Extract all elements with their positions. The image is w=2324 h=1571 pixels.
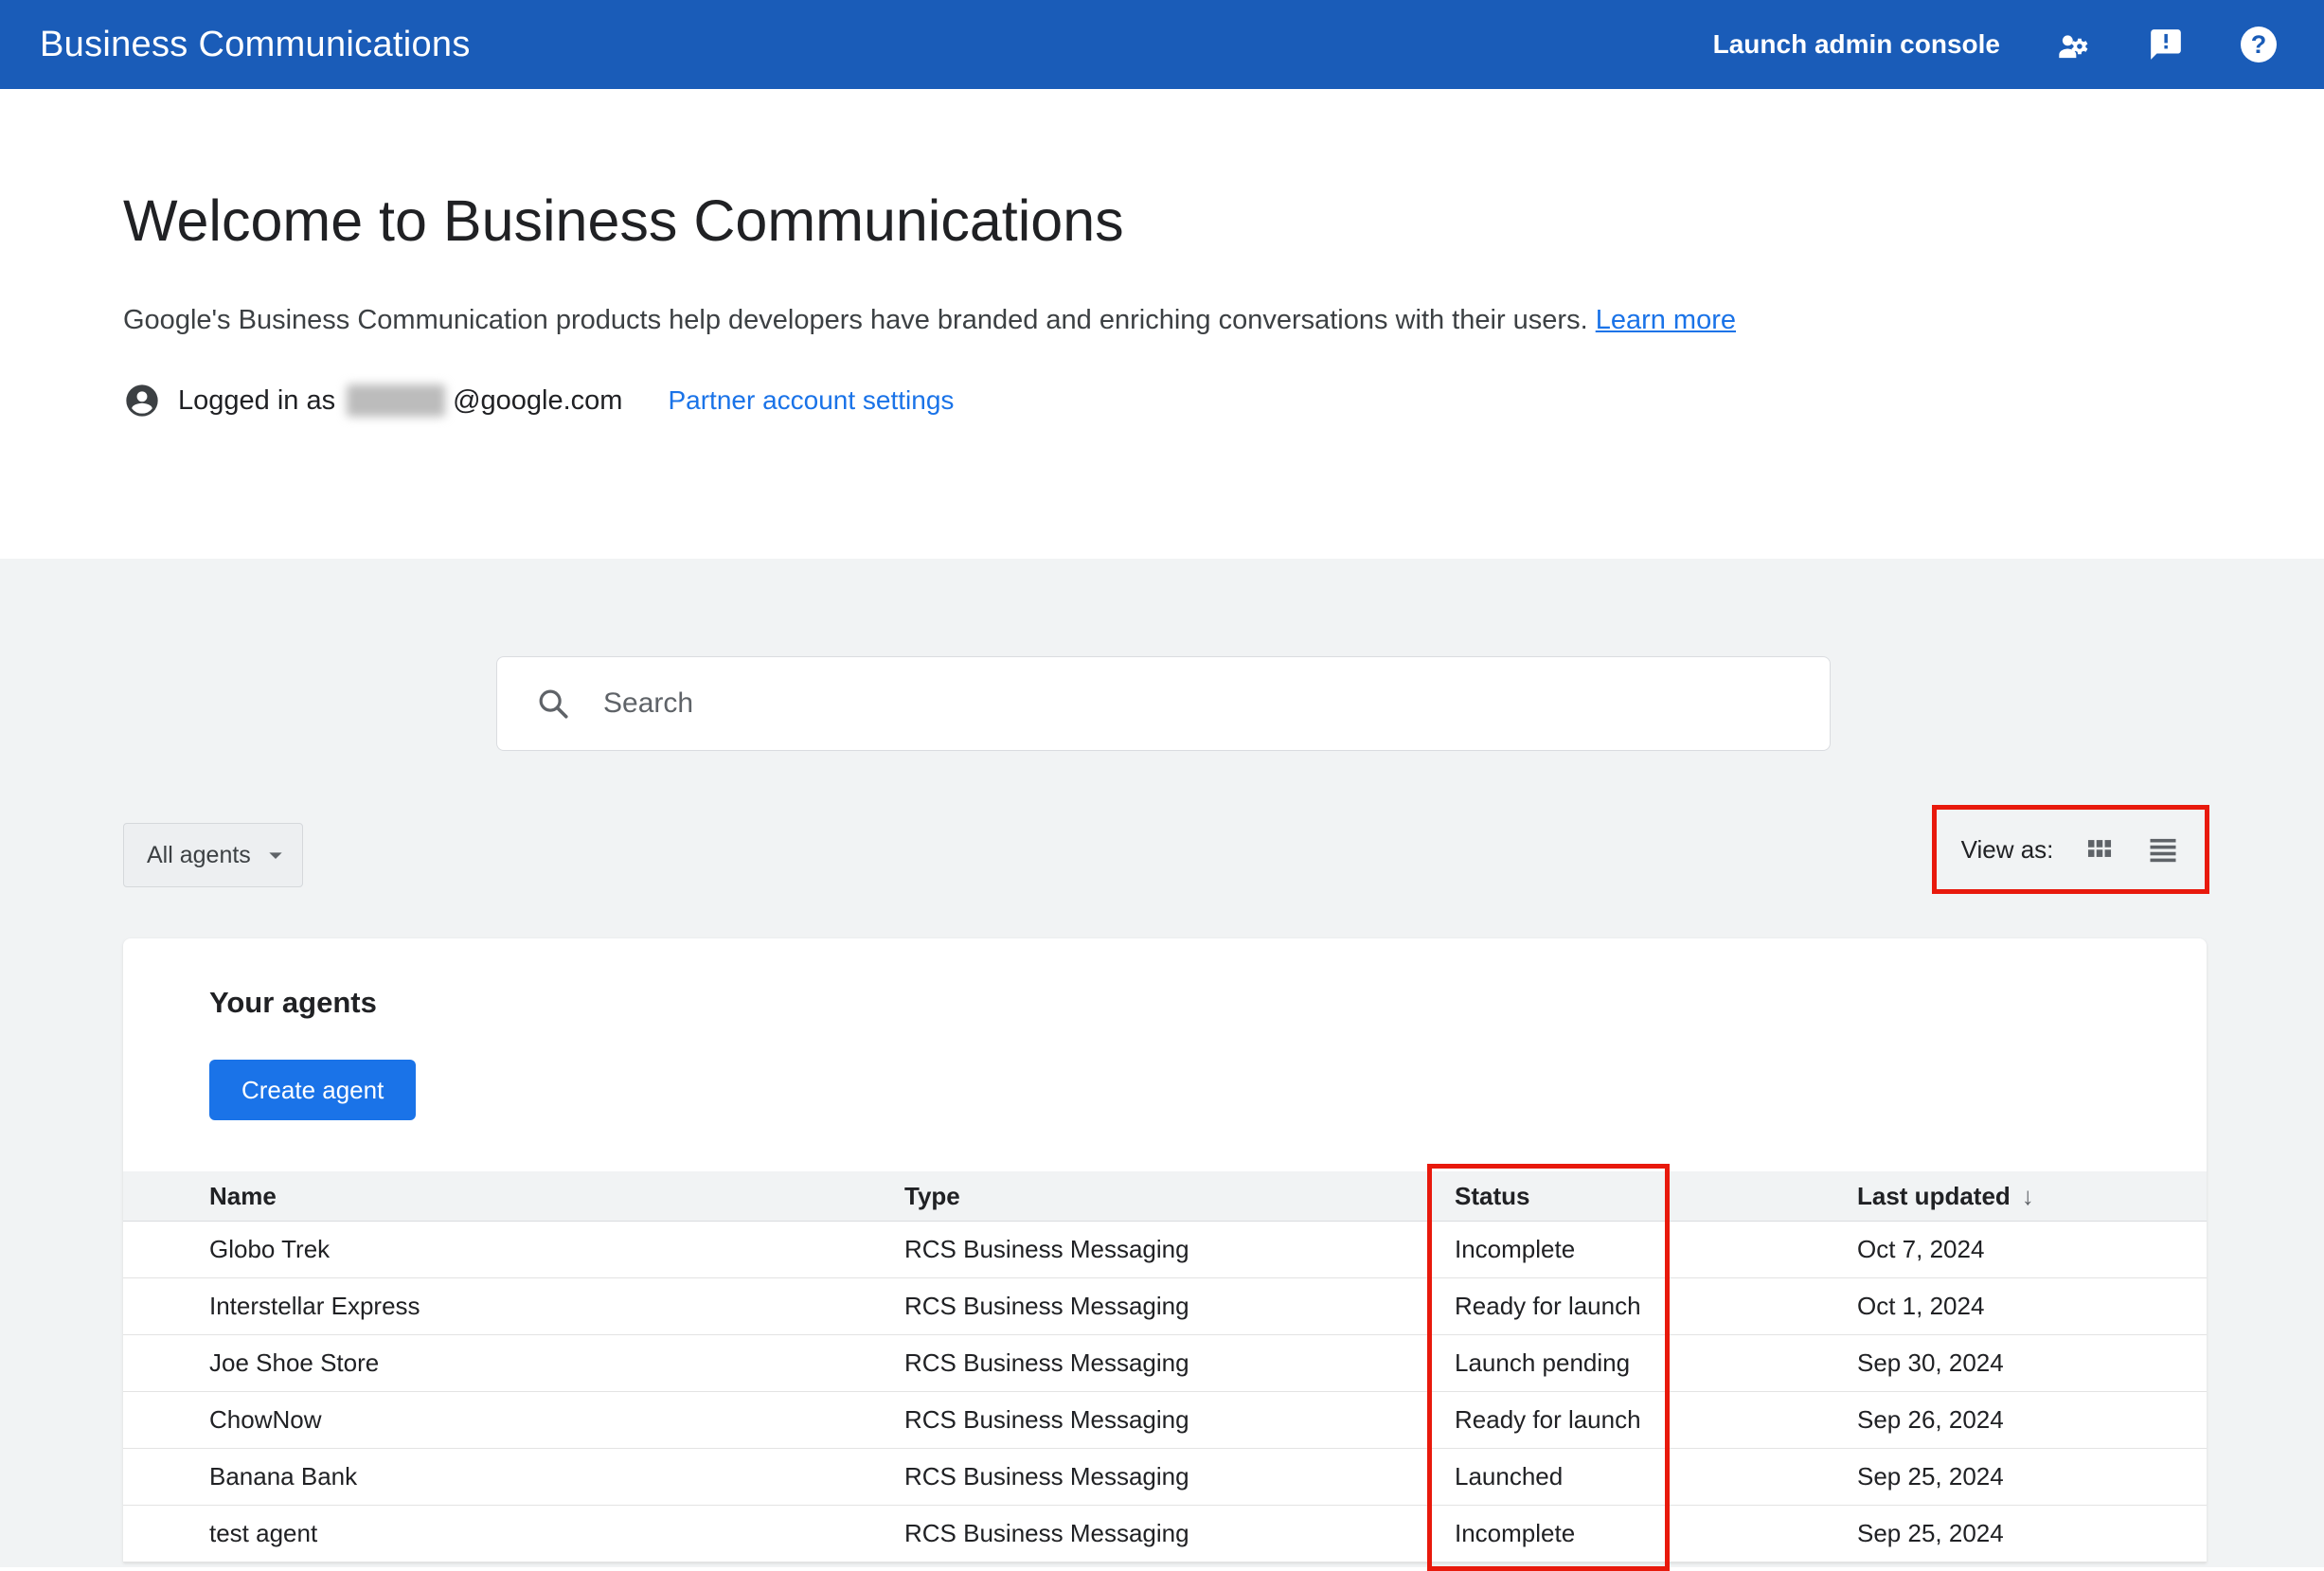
column-header-status[interactable]: Status — [1455, 1182, 1857, 1211]
feedback-icon[interactable] — [2146, 25, 2186, 64]
cell-updated: Oct 1, 2024 — [1857, 1292, 1985, 1320]
cell-status: Ready for launch — [1455, 1405, 1641, 1434]
last-updated-label: Last updated — [1857, 1181, 2011, 1210]
launch-admin-console-link[interactable]: Launch admin console — [1713, 29, 2000, 60]
search-bar — [496, 656, 1831, 751]
cell-status: Incomplete — [1455, 1519, 1576, 1547]
agents-table: Name Type Status Last updated ↓ Globo Tr… — [123, 1171, 2207, 1562]
column-header-last-updated[interactable]: Last updated ↓ — [1857, 1182, 2207, 1211]
page-title: Welcome to Business Communications — [123, 188, 1124, 253]
redacted-username — [347, 384, 446, 417]
table-row[interactable]: Banana Bank RCS Business Messaging Launc… — [123, 1449, 2207, 1506]
email-domain: @google.com — [453, 384, 623, 416]
agents-filter-dropdown[interactable]: All agents — [123, 823, 303, 887]
cell-name: Interstellar Express — [209, 1292, 420, 1320]
cell-type: RCS Business Messaging — [904, 1462, 1189, 1491]
help-icon[interactable]: ? — [2239, 25, 2279, 64]
table-row[interactable]: Globo Trek RCS Business Messaging Incomp… — [123, 1222, 2207, 1278]
cell-status: Launched — [1455, 1462, 1564, 1491]
app-title: Business Communications — [40, 24, 471, 64]
page-subtitle: Google's Business Communication products… — [123, 305, 2324, 336]
help-question-glyph: ? — [2241, 27, 2277, 62]
subtitle-text: Google's Business Communication products… — [123, 305, 1588, 335]
cell-name: Globo Trek — [209, 1235, 331, 1263]
table-row[interactable]: test agent RCS Business Messaging Incomp… — [123, 1506, 2207, 1562]
cell-status: Ready for launch — [1455, 1292, 1641, 1320]
account-circle-icon — [126, 384, 158, 417]
cell-updated: Oct 7, 2024 — [1857, 1235, 1985, 1263]
learn-more-link[interactable]: Learn more — [1596, 305, 1736, 335]
cell-type: RCS Business Messaging — [904, 1348, 1189, 1377]
table-row[interactable]: Interstellar Express RCS Business Messag… — [123, 1278, 2207, 1335]
search-input[interactable] — [601, 687, 1811, 721]
manage-accounts-icon[interactable] — [2053, 25, 2093, 64]
agents-section: All agents View as: — [0, 559, 2324, 1567]
agents-filter-label: All agents — [147, 841, 251, 868]
sort-desc-icon: ↓ — [2021, 1181, 2034, 1210]
cell-status: Launch pending — [1455, 1348, 1631, 1377]
list-view-icon[interactable] — [2146, 832, 2180, 866]
cell-status: Incomplete — [1455, 1235, 1576, 1263]
cell-type: RCS Business Messaging — [904, 1235, 1189, 1263]
view-as-annotation-box: View as: — [1932, 805, 2209, 894]
column-header-name[interactable]: Name — [209, 1182, 904, 1211]
cell-updated: Sep 25, 2024 — [1857, 1462, 2004, 1491]
card-title: Your agents — [209, 986, 377, 1019]
welcome-section: Welcome to Business Communications Googl… — [0, 89, 2324, 559]
cell-type: RCS Business Messaging — [904, 1292, 1189, 1320]
app-bar-actions: Launch admin console ? — [1713, 25, 2279, 64]
cell-type: RCS Business Messaging — [904, 1519, 1189, 1547]
search-icon — [539, 689, 568, 719]
partner-account-settings-link[interactable]: Partner account settings — [668, 385, 954, 416]
cell-name: Joe Shoe Store — [209, 1348, 380, 1377]
app-bar: Business Communications Launch admin con… — [0, 0, 2324, 89]
cell-updated: Sep 25, 2024 — [1857, 1519, 2004, 1547]
cell-updated: Sep 26, 2024 — [1857, 1405, 2004, 1434]
page: { "header": { "title": "Business Communi… — [0, 0, 2324, 1571]
cell-name: ChowNow — [209, 1405, 322, 1434]
table-row[interactable]: Joe Shoe Store RCS Business Messaging La… — [123, 1335, 2207, 1392]
table-header-row: Name Type Status Last updated ↓ — [123, 1171, 2207, 1222]
create-agent-button[interactable]: Create agent — [209, 1060, 417, 1120]
cell-type: RCS Business Messaging — [904, 1405, 1189, 1434]
chevron-down-icon — [269, 852, 282, 859]
cell-name: test agent — [209, 1519, 318, 1547]
cell-name: Banana Bank — [209, 1462, 358, 1491]
logged-in-label: Logged in as — [178, 384, 336, 416]
cell-updated: Sep 30, 2024 — [1857, 1348, 2004, 1377]
grid-view-icon[interactable] — [2083, 833, 2116, 866]
column-header-type[interactable]: Type — [904, 1182, 1455, 1211]
your-agents-card: Your agents Create agent Name Type Statu… — [123, 938, 2207, 1562]
table-row[interactable]: ChowNow RCS Business Messaging Ready for… — [123, 1392, 2207, 1449]
view-as-label: View as: — [1960, 834, 2054, 864]
logged-in-row: Logged in as @google.com Partner account… — [123, 382, 2324, 420]
filter-row: All agents View as: — [0, 805, 2324, 900]
